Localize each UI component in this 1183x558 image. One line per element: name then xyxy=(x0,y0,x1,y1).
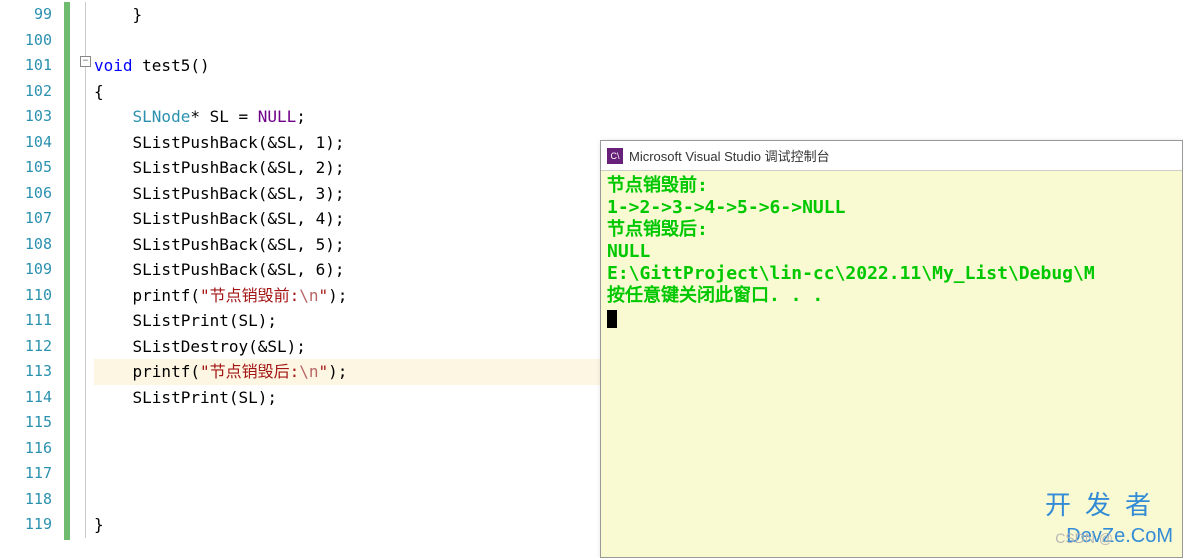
line-number: 110 xyxy=(0,283,52,309)
code-line[interactable]: SLNode* SL = NULL; xyxy=(94,104,1183,130)
line-number: 107 xyxy=(0,206,52,232)
line-number: 112 xyxy=(0,334,52,360)
line-number: 99 xyxy=(0,2,52,28)
console-cursor-line xyxy=(607,307,1176,329)
console-line: E:\GittProject\lin-cc\2022.11\My_List\De… xyxy=(607,263,1176,285)
line-number: 119 xyxy=(0,512,52,538)
line-number: 102 xyxy=(0,79,52,105)
fold-column[interactable]: − xyxy=(80,0,94,558)
cursor-icon xyxy=(607,310,617,328)
fold-toggle-icon[interactable]: − xyxy=(80,56,91,67)
console-output[interactable]: 节点销毁前: 1->2->3->4->5->6->NULL 节点销毁后: NUL… xyxy=(601,171,1182,333)
line-number: 104 xyxy=(0,130,52,156)
line-number: 113 xyxy=(0,359,52,385)
modified-indicator xyxy=(64,2,70,540)
fold-guide xyxy=(85,2,86,538)
line-number: 118 xyxy=(0,487,52,513)
line-number: 109 xyxy=(0,257,52,283)
code-line[interactable]: } xyxy=(94,2,1183,28)
line-number: 111 xyxy=(0,308,52,334)
line-number: 101 xyxy=(0,53,52,79)
vs-icon: C\ xyxy=(607,148,623,164)
line-number: 115 xyxy=(0,410,52,436)
console-line: 节点销毁前: xyxy=(607,175,1176,197)
code-line[interactable]: void test5() xyxy=(94,53,1183,79)
change-margin xyxy=(62,0,80,558)
line-number: 100 xyxy=(0,28,52,54)
watermark-cn: 开发者 xyxy=(1045,485,1165,522)
console-line: 1->2->3->4->5->6->NULL xyxy=(607,197,1176,219)
watermark-csdn: CSDN @ xyxy=(1055,530,1113,546)
line-number: 103 xyxy=(0,104,52,130)
line-number: 116 xyxy=(0,436,52,462)
console-title: Microsoft Visual Studio 调试控制台 xyxy=(629,146,830,165)
code-line[interactable]: { xyxy=(94,79,1183,105)
console-line: NULL xyxy=(607,241,1176,263)
console-line: 节点销毁后: xyxy=(607,219,1176,241)
line-number: 114 xyxy=(0,385,52,411)
line-number: 106 xyxy=(0,181,52,207)
line-number: 108 xyxy=(0,232,52,258)
line-number: 105 xyxy=(0,155,52,181)
console-line: 按任意键关闭此窗口. . . xyxy=(607,285,1176,307)
code-line[interactable] xyxy=(94,28,1183,54)
console-titlebar[interactable]: C\ Microsoft Visual Studio 调试控制台 xyxy=(601,141,1182,171)
line-number: 117 xyxy=(0,461,52,487)
line-number-gutter: 99 100 101 102 103 104 105 106 107 108 1… xyxy=(0,0,62,558)
